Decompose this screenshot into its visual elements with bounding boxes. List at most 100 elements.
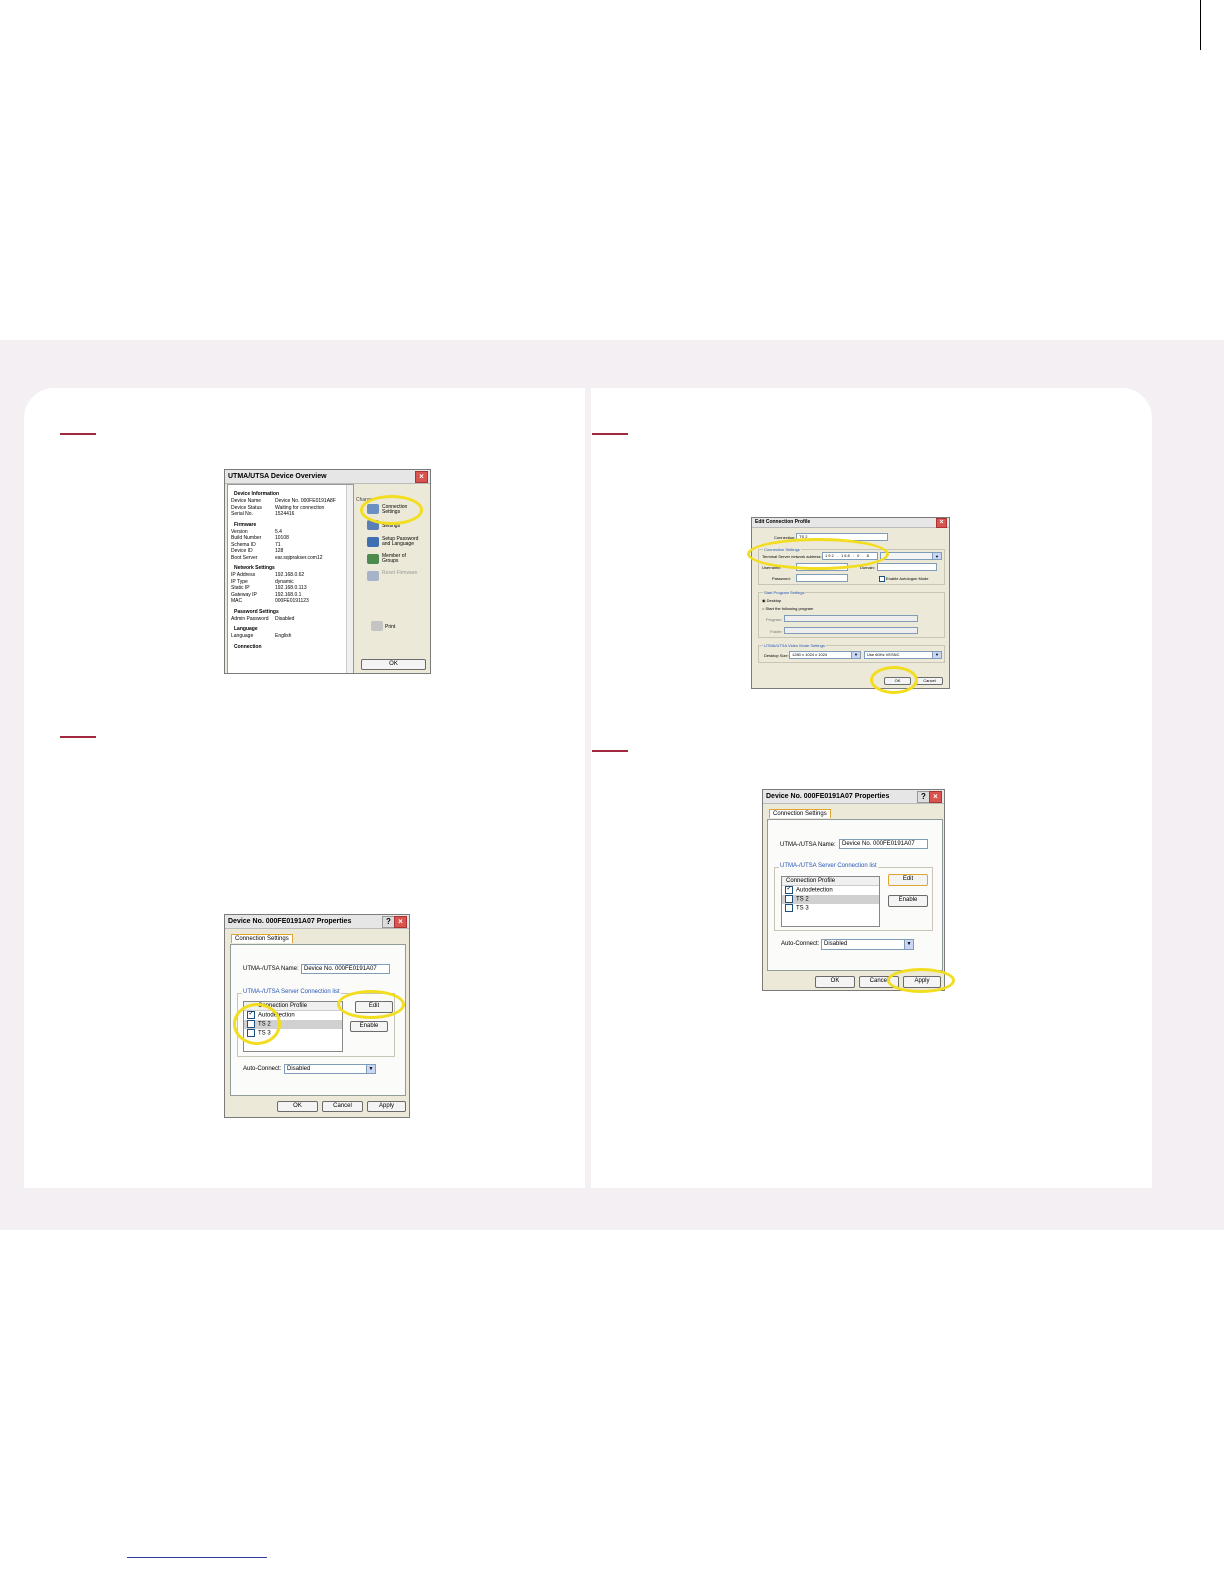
info-key: Boot Server [231,554,258,561]
list-item[interactable]: ✓ Autodetection [782,886,879,895]
edit-button[interactable]: Edit [888,874,928,886]
name-field[interactable]: Device No. 000FE0191A07 [301,964,390,974]
desktop-radio[interactable]: ◉ Desktop [762,598,781,603]
cancel-button[interactable]: Cancel [322,1101,363,1112]
info-value: ear.sqiprakser.com12 [275,554,323,561]
action-setup-password[interactable]: Setup Password and Language [382,537,422,547]
info-row: Admin Password Disabled [231,616,347,623]
highlight-circle [870,666,918,694]
close-icon[interactable]: × [415,471,428,483]
program-field [784,615,918,622]
group-label: Start Program Settings [763,590,806,595]
info-value: 1524416 [275,511,295,517]
info-value: 000FE0191123 [275,598,309,604]
chevron-down-icon: ▼ [366,1065,375,1073]
chevron-down-icon: ▼ [904,940,913,949]
cancel-button[interactable]: Cancel [916,677,943,685]
section-heading: Connection [234,643,262,650]
vertical-scrollbar[interactable] [346,485,353,673]
name-label: UTMA-/UTSA Name: [780,842,836,848]
info-value: English [275,633,292,639]
program-label: Program: [766,617,783,622]
auto-connect-select[interactable]: Disabled ▼ [821,939,914,950]
ok-button[interactable]: OK [815,976,855,988]
section-heading: Firmware [234,521,257,528]
highlight-circle [233,1003,281,1045]
auto-connect-label: Auto-Connect: [781,941,820,947]
highlight-circle [337,990,405,1019]
password-field[interactable] [796,574,848,582]
list-item[interactable]: TS 3 [782,904,879,913]
autologon-checkbox[interactable]: Enable Autologon Mode [879,576,928,582]
page-edge-line [1200,0,1201,50]
highlight-circle [747,538,889,570]
print-action[interactable]: Print [385,624,395,630]
section-heading: Password Settings [234,608,279,615]
properties-dialog-right: Device No. 000FE0191A07 Properties ? × C… [762,789,945,991]
desktop-size-select[interactable]: 1280 x 1024 x 1024 ▼ [789,651,861,659]
ok-button[interactable]: OK [277,1101,318,1112]
dialog-titlebar: Device No. 000FE0191A07 Properties ? × [225,915,409,929]
tab-connection-settings[interactable]: Connection Settings [231,934,293,943]
info-pane: Device Information Device Name Device No. … [227,484,354,673]
info-key: MAC [231,598,243,604]
enable-button[interactable]: Enable [350,1021,388,1032]
connection-profile-list: Connection Profile ✓ Autodetection TS 2 T… [781,876,880,927]
info-row: MAC 000FE0191123 [231,598,347,605]
info-list: Device Information Device Name Device No. … [228,485,350,653]
ok-button[interactable]: OK [361,659,426,670]
info-key: Admin Password [231,615,269,622]
checkbox[interactable]: ✓ [785,886,793,894]
right-panel [591,388,1152,1188]
checkbox[interactable] [879,576,885,582]
printer-icon [371,621,383,631]
domain-field[interactable] [877,563,937,571]
step-marker [592,433,628,435]
chevron-down-icon: ▼ [932,652,941,658]
firmware-icon [367,571,379,581]
info-row: Boot Server ear.sqiprakser.com12 [231,555,347,562]
close-icon[interactable]: × [394,916,407,928]
folder-field [784,627,918,634]
step-marker [60,736,96,738]
password-label: Password: [772,576,791,581]
info-row: Serial No. 1524416 [231,511,347,518]
section-heading: Device Information [234,491,280,497]
tab-connection-settings[interactable]: Connection Settings [769,809,831,818]
group-label: UTMA-/UTSA Server Connection list [779,863,878,869]
enable-button[interactable]: Enable [888,895,928,907]
close-icon[interactable]: × [929,791,942,803]
highlight-circle [887,968,955,993]
close-icon[interactable]: × [936,518,947,528]
dialog-titlebar: Device No. 000FE0191A07 Properties ? × [763,790,944,804]
info-value: Disabled [275,615,295,622]
section-heading: Language [234,626,258,632]
dialog-titlebar: UTMA/UTSA Device Overview × [225,470,430,484]
dialog-title: Device No. 000FE0191A07 Properties [228,918,352,925]
list-item[interactable]: TS 2 [782,895,879,904]
auto-connect-select[interactable]: Disabled ▼ [284,1064,376,1074]
dialog-title: UTMA/UTSA Device Overview [228,473,327,480]
highlight-circle [360,495,423,525]
dialog-titlebar: Edit Connection Profile × [752,518,949,528]
action-reset-firmware: Reset Firmware [382,570,418,576]
folder-label: Folder: [770,629,783,634]
checkbox[interactable] [785,895,793,903]
checkbox[interactable] [785,904,793,912]
video-mode-select[interactable]: Use 60Hz VESNC ▼ [864,651,942,659]
name-field[interactable]: Device No. 000FE0191A07 [839,839,928,849]
name-label: UTMA-/UTSA Name: [243,966,299,972]
list-header: Connection Profile [782,877,879,886]
apply-button[interactable]: Apply [367,1101,406,1112]
info-key: Serial No. [231,511,253,517]
step-marker [592,750,628,752]
start-program-radio[interactable]: ○ Start the following program [762,606,813,611]
action-member-of-groups[interactable]: Member of Groups [382,554,422,564]
address-type-select[interactable]: ▼ [880,552,942,560]
chevron-down-icon: ▼ [932,553,941,559]
auto-connect-label: Auto-Connect: [243,1066,282,1072]
section-heading: Network Settings [234,565,275,571]
group-label: UTMA-/UTSA Server Connection list [242,989,341,995]
group-label: UTMA/UTSA Video Mode Settings [763,643,826,648]
dialog-title: Device No. 000FE0191A07 Properties [766,793,890,800]
